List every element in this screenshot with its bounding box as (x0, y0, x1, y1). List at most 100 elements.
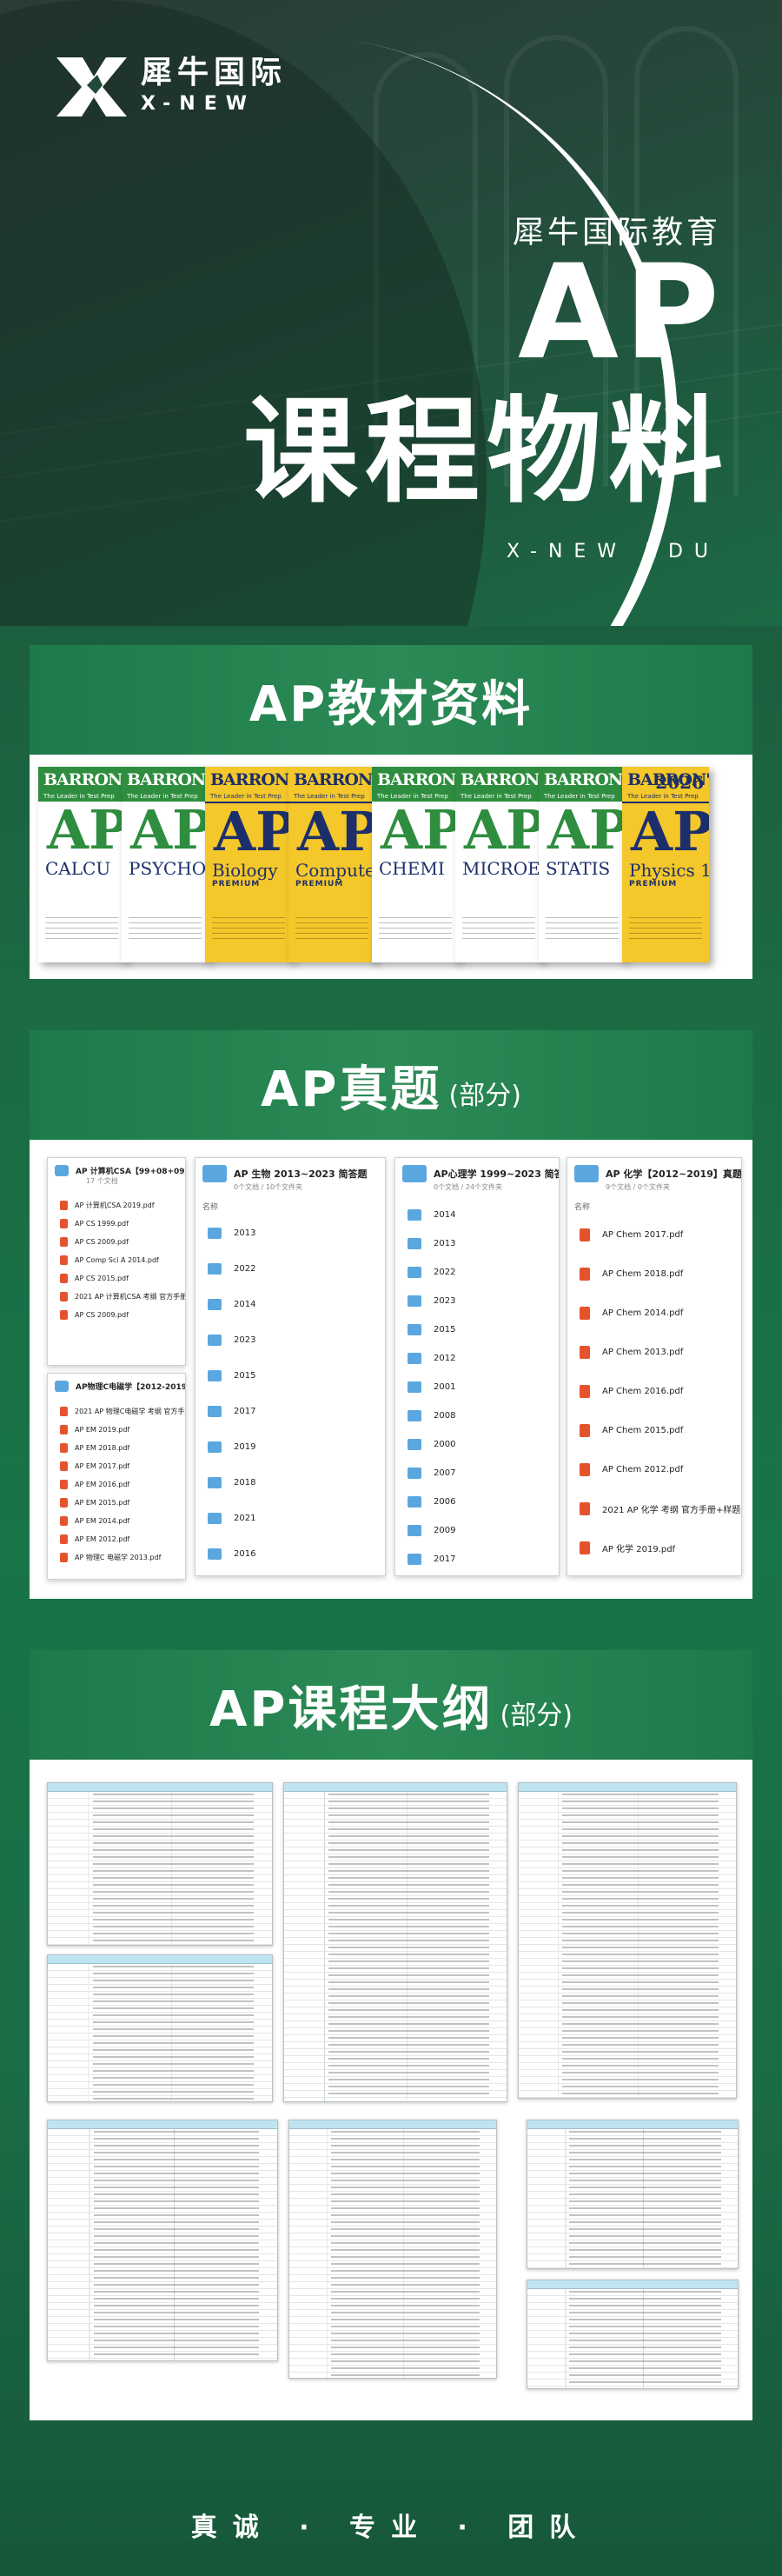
folder-row[interactable]: 2022 (196, 1251, 385, 1287)
file-row[interactable]: AP EM 2019.pdf (48, 1421, 185, 1439)
file-name: 2021 AP 化学 考纲 官方手册+样题.pdf (602, 1506, 742, 1515)
syllabus-sheet (47, 1782, 273, 1946)
folder-name: 2023 (434, 1296, 456, 1306)
file-row[interactable]: AP CS 2015.pdf (48, 1269, 185, 1288)
file-row[interactable]: 2021 AP 化学 考纲 官方手册+样题.pdf (567, 1489, 741, 1528)
folder-name: 2014 (234, 1300, 256, 1309)
pdf-icon (580, 1228, 590, 1241)
file-row[interactable]: AP Comp Sci A 2014.pdf (48, 1251, 185, 1269)
file-row[interactable]: AP 计算机CSA 2019.pdf (48, 1196, 185, 1215)
file-row[interactable]: AP EM 2012.pdf (48, 1530, 185, 1548)
folder-name: 2021 (234, 1514, 256, 1523)
section-syllabus-banner: AP课程大纲 (部分) (30, 1650, 752, 1760)
book-subject: MICROECO MACROECO (462, 858, 542, 879)
file-row[interactable]: AP CS 1999.pdf (48, 1215, 185, 1233)
book-row: BARRON'SThe Leader in Test PrepAPCALCUBA… (30, 755, 752, 972)
folder-row[interactable]: 2015 (395, 1315, 559, 1344)
book-description (462, 917, 535, 943)
file-name: AP Chem 2012.pdf (602, 1465, 684, 1474)
file-row[interactable]: AP EM 2018.pdf (48, 1439, 185, 1457)
file-name: 2021 AP 物理C电磁学 考纲 官方手册+样题.pdf (75, 1408, 185, 1415)
file-name: AP Chem 2015.pdf (602, 1426, 684, 1435)
folder-row[interactable]: 2018 (196, 1465, 385, 1501)
section-syllabus-title: AP课程大纲 (209, 1681, 494, 1738)
file-window-em[interactable]: AP物理C电磁学【2012-2019】真题... 2021 AP 物理C电磁学 … (47, 1373, 186, 1580)
folder-row[interactable]: 2013 (395, 1229, 559, 1258)
window-title: AP 生物 2013~2023 简答题 (234, 1168, 368, 1180)
window-meta: 0个文档 / 24个文件夹 (434, 1183, 503, 1191)
file-row[interactable]: AP EM 2015.pdf (48, 1494, 185, 1512)
file-row[interactable]: AP 物理C 电磁学 2013.pdf (48, 1548, 185, 1567)
book-cover: BARRON'SThe Leader in Test PrepAPBiology… (205, 767, 292, 962)
folder-row[interactable]: 2023 (395, 1287, 559, 1315)
folder-row[interactable]: 2000 (395, 1430, 559, 1459)
book-ap: AP (130, 798, 209, 862)
file-row[interactable]: AP EM 2016.pdf (48, 1475, 185, 1494)
folder-icon (408, 1295, 421, 1307)
folder-name: 2008 (434, 1411, 456, 1421)
folder-row[interactable]: 2007 (395, 1459, 559, 1488)
folder-name: 2009 (434, 1526, 456, 1535)
file-name: AP 物理C 电磁学 2013.pdf (75, 1554, 162, 1561)
folder-row[interactable]: 2021 (196, 1501, 385, 1536)
book-ap: AP (464, 798, 542, 862)
folder-name: 2017 (434, 1554, 456, 1564)
folder-icon (408, 1496, 421, 1508)
file-row[interactable]: AP Chem 2016.pdf (567, 1372, 741, 1411)
folder-row[interactable]: 2016 (196, 1536, 385, 1572)
hero-title: 课程物料 (243, 385, 730, 519)
file-row[interactable]: AP Chem 2015.pdf (567, 1411, 741, 1450)
file-row[interactable]: AP EM 2017.pdf (48, 1457, 185, 1475)
pdf-icon (60, 1534, 68, 1544)
book-brand: BARRON'S (127, 770, 209, 789)
file-row[interactable]: AP CS 2009.pdf (48, 1233, 185, 1251)
file-name: AP EM 2016.pdf (75, 1481, 130, 1488)
pdf-icon (580, 1541, 590, 1554)
folder-row[interactable]: 2009 (395, 1516, 559, 1545)
folder-row[interactable]: 2014 (196, 1287, 385, 1322)
folder-row[interactable]: 2022 (395, 1258, 559, 1287)
folder-row[interactable]: 2001 (395, 1373, 559, 1401)
file-row[interactable]: AP Chem 2014.pdf (567, 1294, 741, 1333)
folder-row[interactable]: 2017 (196, 1394, 385, 1429)
syllabus-sheet (518, 1782, 737, 2099)
file-name: AP CS 2009.pdf (75, 1238, 129, 1246)
file-window-cs[interactable]: AP 计算机CSA【99+08+09+14+15+... 17 个文档 AP 计… (47, 1157, 186, 1366)
file-window-chem[interactable]: AP 化学【2012~2019】真题 9个文档 / 0个文件夹 名称 AP Ch… (567, 1157, 742, 1576)
file-row[interactable]: AP EM 2014.pdf (48, 1512, 185, 1530)
file-row[interactable]: AP Chem 2017.pdf (567, 1215, 741, 1255)
footer-slogan: 真诚 · 专业 · 团队 (190, 2513, 592, 2543)
folder-row[interactable]: 2015 (196, 1358, 385, 1394)
folder-row[interactable]: 2017 (395, 1545, 559, 1574)
file-row[interactable]: 2021 AP 物理C电磁学 考纲 官方手册+样题.pdf (48, 1402, 185, 1421)
folder-icon (208, 1370, 222, 1381)
file-row[interactable]: AP CS 2009.pdf (48, 1306, 185, 1324)
folder-row[interactable]: 2006 (395, 1488, 559, 1516)
folder-row[interactable]: 2023 (196, 1322, 385, 1358)
file-row[interactable]: AP Chem 2018.pdf (567, 1255, 741, 1294)
folder-row[interactable]: 2008 (395, 1401, 559, 1430)
rhino-x-logo-icon (52, 50, 130, 120)
file-window-psych[interactable]: AP心理学 1999~2023 简答题 0个文档 / 24个文件夹 2014 20… (394, 1157, 560, 1576)
folder-row[interactable]: 2012 (395, 1344, 559, 1373)
file-row[interactable]: AP Chem 2013.pdf (567, 1333, 741, 1372)
book-description (546, 917, 619, 943)
column-header: 名称 (202, 1203, 219, 1212)
file-name: AP EM 2014.pdf (75, 1517, 130, 1525)
book-subject: CHEMI (379, 858, 445, 879)
brand-logo: 犀牛国际 X-NEW (52, 50, 287, 120)
book-description (629, 917, 702, 943)
file-row[interactable]: 2021 AP 计算机CSA 考纲 官方手册+样题.pdf (48, 1288, 185, 1306)
folder-icon (408, 1525, 421, 1536)
folder-row[interactable]: 2014 (395, 1201, 559, 1229)
folder-name: 2018 (234, 1478, 256, 1488)
file-window-bio[interactable]: AP 生物 2013~2023 简答题 0个文档 / 10个文件夹 名称 201… (195, 1157, 386, 1576)
file-row[interactable]: AP Chem 2012.pdf (567, 1450, 741, 1489)
folder-icon (402, 1165, 427, 1182)
folder-icon (408, 1267, 421, 1278)
folder-row[interactable]: 2013 (196, 1215, 385, 1251)
file-row[interactable]: AP 化学 2019.pdf (567, 1528, 741, 1568)
folder-row[interactable]: 2019 (196, 1429, 385, 1465)
file-name: AP EM 2015.pdf (75, 1499, 130, 1507)
folder-name: 2022 (234, 1264, 256, 1274)
